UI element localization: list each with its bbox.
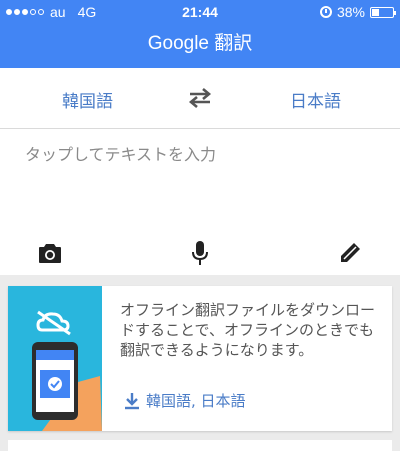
offline-phone-illustration [32, 310, 102, 431]
source-language-button[interactable]: 韓国語 [62, 87, 113, 112]
app-title: Google 翻訳 [147, 33, 253, 54]
offline-illustration [8, 286, 102, 431]
download-languages-link[interactable]: 韓国語, 日本語 [124, 390, 246, 411]
status-right: 38% [319, 4, 396, 20]
battery-percent: 38% [336, 4, 365, 20]
camera-button[interactable] [36, 239, 64, 267]
pen-icon [341, 243, 360, 262]
target-language-button[interactable]: 日本語 [290, 87, 341, 112]
camera-icon [39, 244, 61, 263]
status-bar: au 4G 21:44 38% [0, 0, 400, 24]
microphone-icon [192, 241, 208, 265]
microphone-button[interactable] [186, 239, 214, 267]
text-input[interactable] [25, 141, 385, 231]
handwriting-button[interactable] [336, 239, 364, 267]
offline-download-card: オフライン翻訳ファイルをダウンロードすることで、オフラインのときでも翻訳できるよ… [8, 286, 392, 431]
input-area [0, 129, 400, 275]
alarm-icon [319, 6, 332, 18]
battery-icon [370, 6, 396, 18]
download-icon [125, 392, 139, 409]
next-card [8, 440, 392, 451]
download-languages-label: 韓国語, 日本語 [146, 392, 246, 410]
app-bar: Google 翻訳 [0, 24, 400, 68]
swap-languages-icon[interactable] [186, 86, 214, 110]
offline-message: オフライン翻訳ファイルをダウンロードすることで、オフラインのときでも翻訳できるよ… [120, 301, 376, 359]
